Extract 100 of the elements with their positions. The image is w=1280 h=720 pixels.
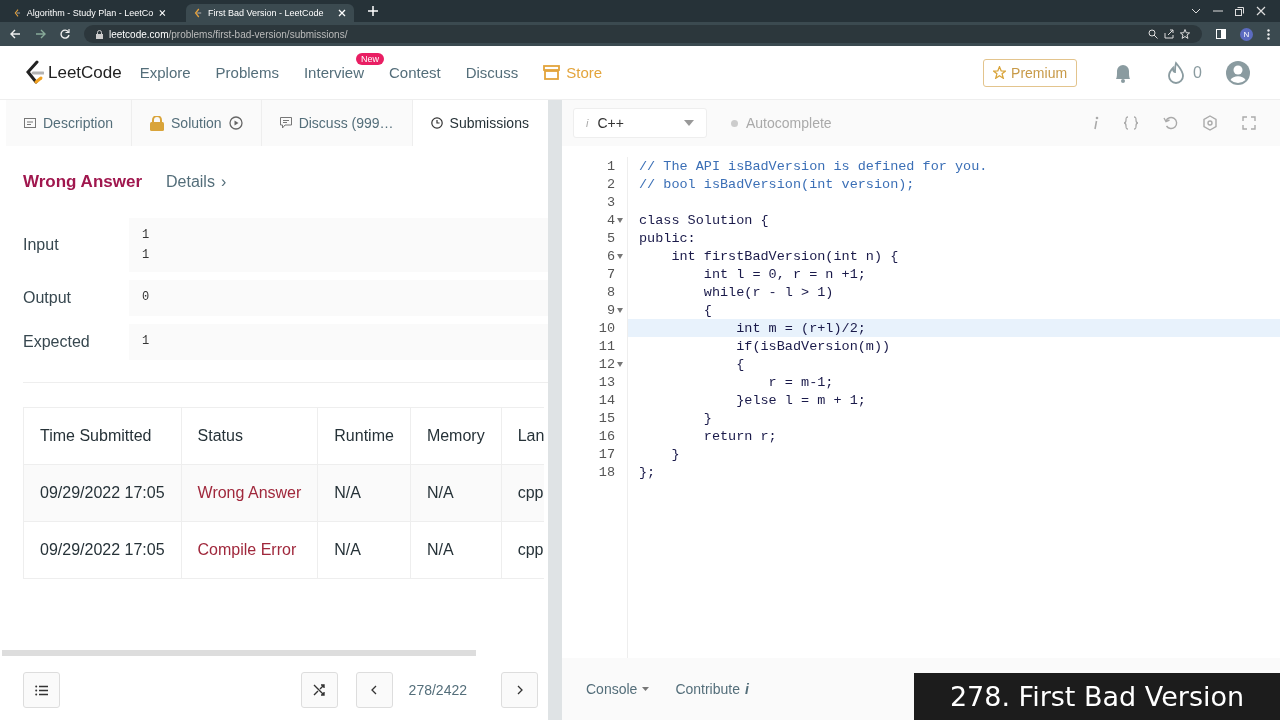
status-link[interactable]: Wrong Answer bbox=[181, 464, 318, 522]
profile-avatar[interactable]: N bbox=[1240, 27, 1253, 41]
panel-tab[interactable]: Description bbox=[6, 100, 133, 146]
leetcode-logo-icon bbox=[14, 8, 21, 18]
table-cell: N/A bbox=[317, 521, 411, 579]
code-line: // The API isBadVersion is defined for you. bbox=[638, 158, 988, 174]
table-cell: N/A bbox=[410, 464, 502, 522]
table-cell: N/A bbox=[410, 521, 502, 579]
chevron-right-icon bbox=[516, 685, 523, 695]
fold-icon[interactable] bbox=[617, 253, 623, 259]
language-dropdown[interactable]: i C++ bbox=[573, 108, 707, 138]
lock-icon bbox=[96, 29, 103, 39]
logo-text[interactable]: LeetCode bbox=[48, 62, 122, 83]
line-number: 12 bbox=[598, 356, 615, 372]
reload-icon[interactable] bbox=[60, 29, 70, 39]
status-link[interactable]: Compile Error bbox=[181, 521, 318, 579]
code-line: { bbox=[702, 302, 712, 318]
line-number: 10 bbox=[598, 320, 615, 336]
shuffle-button[interactable] bbox=[300, 672, 338, 708]
line-number: 4 bbox=[606, 212, 615, 228]
resize-handle[interactable] bbox=[548, 100, 562, 720]
line-number: 5 bbox=[606, 230, 615, 246]
nav-link[interactable]: Problems bbox=[215, 64, 279, 81]
zoom-icon[interactable] bbox=[1148, 29, 1158, 39]
address-field[interactable]: leetcode.com/problems/first-bad-version/submissions/ bbox=[84, 25, 1202, 43]
video-caption: 278. First Bad Version bbox=[914, 673, 1280, 720]
problem-counter: 278/2422 bbox=[408, 682, 467, 698]
fold-icon[interactable] bbox=[617, 361, 623, 367]
chevron-right-icon[interactable]: › bbox=[220, 173, 227, 191]
nav-link[interactable]: Explore bbox=[139, 64, 191, 81]
panel-tab[interactable]: Discuss (999… bbox=[261, 100, 413, 146]
back-icon[interactable] bbox=[10, 29, 21, 39]
code-line: }; bbox=[638, 464, 656, 480]
nav-link[interactable]: Discuss bbox=[465, 64, 519, 81]
details-link[interactable]: Details bbox=[166, 173, 215, 191]
caret-icon bbox=[642, 687, 650, 691]
restore-icon[interactable] bbox=[1235, 6, 1244, 16]
leetcode-logo-icon[interactable] bbox=[24, 59, 44, 86]
field-label: Expected bbox=[23, 333, 91, 351]
store-icon bbox=[543, 65, 561, 80]
table-cell: cpp bbox=[501, 464, 545, 522]
line-number: 1 bbox=[606, 158, 615, 174]
star-icon[interactable] bbox=[1180, 29, 1190, 39]
code-line: int l = 0, r = n +1; bbox=[702, 266, 866, 282]
nav-link[interactable]: Contest bbox=[389, 64, 441, 81]
list-button[interactable] bbox=[23, 672, 60, 708]
code-line: public: bbox=[638, 230, 696, 246]
leetcode-logo-icon bbox=[194, 8, 202, 18]
scrollbar[interactable] bbox=[2, 650, 476, 656]
contribute-button[interactable]: Contribute i bbox=[675, 681, 749, 697]
chevron-down-icon[interactable] bbox=[1191, 8, 1201, 14]
field-label: Output bbox=[23, 289, 73, 307]
code-line: } bbox=[702, 410, 712, 426]
code-line: while(r - l > 1) bbox=[702, 284, 834, 300]
new-badge: New bbox=[355, 53, 384, 65]
panel-tab[interactable]: Submissions bbox=[412, 100, 548, 146]
new-tab-icon[interactable] bbox=[368, 6, 378, 16]
table-cell: 09/29/2022 17:05 bbox=[23, 521, 182, 579]
browser-tab[interactable]: Algorithm - Study Plan - LeetCo bbox=[6, 4, 174, 22]
streak-count: 0 bbox=[1193, 63, 1202, 82]
column-header: Lan bbox=[501, 407, 545, 465]
column-header: Memory bbox=[410, 407, 502, 465]
line-number: 7 bbox=[606, 266, 615, 282]
code-line: class Solution { bbox=[638, 212, 769, 228]
user-avatar-icon[interactable] bbox=[1226, 60, 1250, 85]
browser-tab[interactable]: First Bad Version - LeetCode bbox=[186, 4, 354, 22]
field-label: Input bbox=[23, 236, 60, 254]
toggle-dot-icon[interactable] bbox=[731, 119, 738, 127]
line-number: 3 bbox=[606, 194, 615, 210]
table-cell: 09/29/2022 17:05 bbox=[23, 464, 182, 522]
caret-icon bbox=[684, 120, 694, 126]
sidebar-icon[interactable] bbox=[1216, 29, 1226, 39]
value-box: 0 bbox=[129, 280, 548, 316]
result-status: Wrong Answer bbox=[23, 172, 142, 192]
panel-tab[interactable]: Solution bbox=[132, 100, 262, 146]
code-line: r = m-1; bbox=[767, 374, 834, 390]
value-box: 1 1 bbox=[129, 218, 548, 272]
share-icon[interactable] bbox=[1164, 29, 1174, 39]
chevron-left-icon bbox=[371, 685, 378, 695]
code-line: int m = (r+l)/2; bbox=[735, 320, 866, 336]
column-header: Time Submitted bbox=[23, 407, 182, 465]
close-icon[interactable] bbox=[1256, 6, 1266, 16]
flame-icon[interactable] bbox=[1167, 60, 1186, 85]
line-number: 8 bbox=[606, 284, 615, 300]
forward-icon[interactable] bbox=[35, 29, 46, 39]
star-icon bbox=[993, 66, 1007, 79]
line-number: 13 bbox=[598, 374, 615, 390]
line-number: 15 bbox=[598, 410, 615, 426]
nav-link[interactable]: Interview bbox=[303, 64, 364, 81]
code-line: return r; bbox=[702, 428, 777, 444]
play-icon bbox=[228, 116, 243, 130]
fold-icon[interactable] bbox=[617, 217, 623, 223]
comment-icon bbox=[279, 117, 292, 129]
line-number: 6 bbox=[606, 248, 615, 264]
more-icon[interactable] bbox=[1267, 28, 1270, 40]
fold-icon[interactable] bbox=[617, 307, 623, 313]
code-line: } bbox=[670, 446, 680, 462]
list-icon bbox=[34, 684, 49, 696]
line-number: 18 bbox=[598, 464, 615, 480]
console-button[interactable]: Console bbox=[586, 681, 650, 697]
